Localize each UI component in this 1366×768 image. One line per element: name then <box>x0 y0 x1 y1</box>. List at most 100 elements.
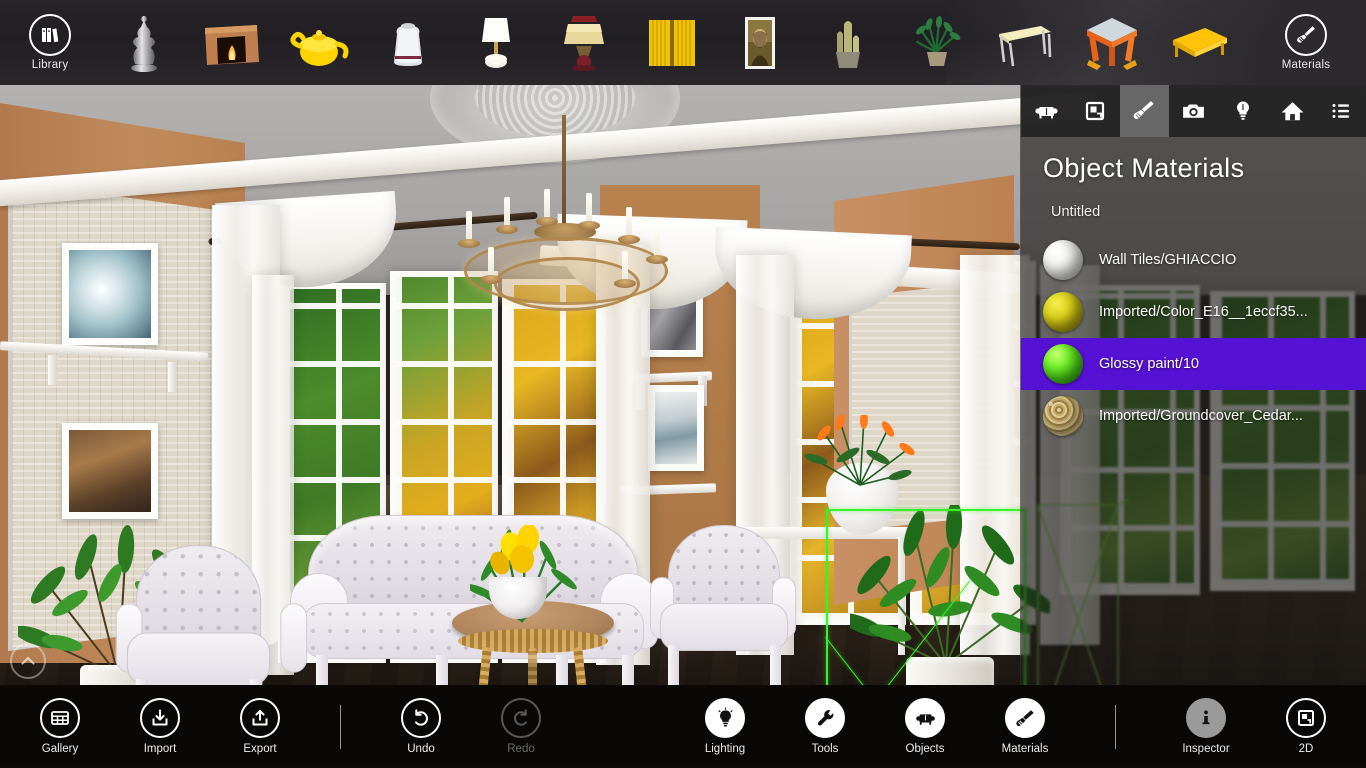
library-books-icon <box>29 14 71 56</box>
download-icon <box>140 698 180 738</box>
app-root: Library Materials Object Materials Untit… <box>0 0 1366 768</box>
gallery-label: Gallery <box>41 743 79 755</box>
material-swatch <box>1043 396 1083 436</box>
object-thumb-antique-lamp[interactable] <box>540 0 628 85</box>
artwork-canvas <box>655 392 697 464</box>
chandelier-candle <box>488 247 494 277</box>
undo-button[interactable]: Undo <box>371 685 471 768</box>
gallery-button[interactable]: Gallery <box>10 685 110 768</box>
object-thumb-orange-side-table[interactable] <box>1068 0 1156 85</box>
panel-tab-lighting[interactable] <box>1218 85 1267 137</box>
object-thumb-white-jug[interactable] <box>364 0 452 85</box>
panel-tab-home[interactable] <box>1267 85 1316 137</box>
undo-arrow-icon <box>401 698 441 738</box>
chandelier-cup <box>618 235 640 244</box>
object-thumb-mona-lisa-painting[interactable] <box>716 0 804 85</box>
panel-empty-area <box>1021 442 1366 685</box>
toolbar-divider-2 <box>1115 704 1116 749</box>
cactus-thumbnail <box>815 12 881 74</box>
chandelier-candle <box>622 251 628 281</box>
object-thumb-yellow-low-table[interactable] <box>1156 0 1244 85</box>
2d-button[interactable]: 2D <box>1256 685 1356 768</box>
yellow-table-thumbnail <box>1167 12 1233 74</box>
material-swatch <box>1043 344 1083 384</box>
material-label: Imported/Color_E16__1eccf35... <box>1099 304 1308 320</box>
object-thumb-yellow-curtains[interactable] <box>628 0 716 85</box>
objects-button[interactable]: Objects <box>875 685 975 768</box>
tools-button[interactable]: Tools <box>775 685 875 768</box>
material-label: Wall Tiles/GHIACCIO <box>1099 252 1237 268</box>
wall-art-abstract[interactable] <box>62 243 158 345</box>
lighting-label: Lighting <box>704 743 746 755</box>
library-button[interactable]: Library <box>0 0 100 85</box>
object-thumb-cactus[interactable] <box>804 0 892 85</box>
viewport-collapse-button[interactable] <box>10 643 46 679</box>
lightbulb-icon <box>1236 101 1249 120</box>
coffee-table-leg <box>528 647 537 685</box>
library-label: Library <box>31 59 69 71</box>
material-row-glossy-paint[interactable]: Glossy paint/10 <box>1021 338 1366 390</box>
top-toolbar: Library Materials <box>0 0 1366 85</box>
lightbulb-icon <box>705 698 745 738</box>
inspector-label: Inspector <box>1182 743 1230 755</box>
gallery-grid-icon <box>40 698 80 738</box>
materials-label: Materials <box>1001 743 1049 755</box>
object-thumb-white-table[interactable] <box>980 0 1068 85</box>
orange-flower-arrangement <box>800 411 930 486</box>
orange-table-thumbnail <box>1079 12 1145 74</box>
panel-tab-camera[interactable] <box>1169 85 1218 137</box>
curtains-thumbnail <box>639 12 705 74</box>
chevron-up-icon <box>21 656 35 665</box>
material-swatch <box>1043 240 1083 280</box>
silver-vase-thumbnail <box>111 12 177 74</box>
jug-thumbnail <box>375 12 441 74</box>
chandelier-cup <box>458 239 480 248</box>
armchair-seat <box>660 603 788 651</box>
material-row-wall-tiles[interactable]: Wall Tiles/GHIACCIO <box>1021 234 1366 286</box>
chandelier-cup <box>496 225 518 234</box>
shelf-bracket <box>168 362 177 392</box>
import-button[interactable]: Import <box>110 685 210 768</box>
redo-arrow-icon <box>501 698 541 738</box>
shelf-bracket <box>48 355 57 385</box>
armchair-left[interactable] <box>115 545 308 685</box>
panel-tab-materials[interactable] <box>1119 85 1169 137</box>
plant-pot <box>906 657 994 685</box>
chandelier-cup <box>578 221 600 230</box>
export-button[interactable]: Export <box>210 685 310 768</box>
sofa-leg <box>622 655 634 685</box>
import-label: Import <box>143 743 177 755</box>
armchair-right[interactable] <box>650 525 796 685</box>
inspector-button[interactable]: Inspector <box>1156 685 1256 768</box>
object-thumb-silver-vase[interactable] <box>100 0 188 85</box>
bottom-toolbar: Gallery Import Export Undo Redo Lighting… <box>0 685 1366 768</box>
paintbrush-icon <box>1285 14 1327 56</box>
materials-top-button[interactable]: Materials <box>1256 0 1356 85</box>
home-icon <box>1281 101 1303 120</box>
materials-button[interactable]: Materials <box>975 685 1075 768</box>
wall-art-landscape[interactable] <box>62 423 158 519</box>
panel-tab-list[interactable] <box>1317 85 1366 137</box>
lighting-button[interactable]: Lighting <box>675 685 775 768</box>
object-thumb-potted-plant[interactable] <box>892 0 980 85</box>
panel-tab-floorplan[interactable] <box>1070 85 1119 137</box>
painting-thumbnail <box>727 12 793 74</box>
panel-tab-bar <box>1021 85 1366 137</box>
table-thumbnail <box>991 12 1057 74</box>
object-thumb-table-lamp[interactable] <box>452 0 540 85</box>
panel-tab-objects[interactable] <box>1021 85 1070 137</box>
wall-art-right-bottom[interactable] <box>648 385 704 471</box>
potted-plant-thumbnail <box>903 12 969 74</box>
tools-label: Tools <box>811 743 839 755</box>
info-icon <box>1186 698 1226 738</box>
chandelier-candle <box>586 193 592 223</box>
armchair-arm-right <box>280 603 308 673</box>
chandelier[interactable] <box>430 115 700 315</box>
list-icon <box>1332 104 1350 118</box>
antique-lamp-thumbnail <box>551 12 617 74</box>
object-thumb-fireplace[interactable] <box>188 0 276 85</box>
material-row-groundcover-cedar[interactable]: Imported/Groundcover_Cedar... <box>1021 390 1366 442</box>
material-row-imported-color[interactable]: Imported/Color_E16__1eccf35... <box>1021 286 1366 338</box>
armchair-seat <box>126 632 271 685</box>
object-thumb-yellow-teapot[interactable] <box>276 0 364 85</box>
